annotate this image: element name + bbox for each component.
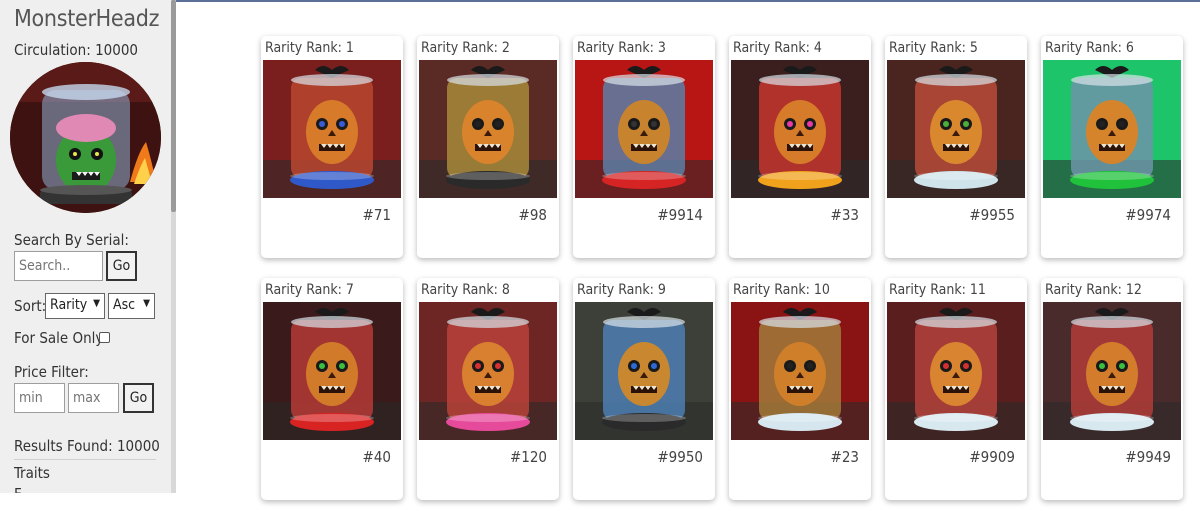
serial-number: #33 xyxy=(830,206,859,224)
nft-card[interactable]: Rarity Rank: 7 #40 xyxy=(261,278,403,500)
nft-card[interactable]: Rarity Rank: 8 #120 xyxy=(417,278,559,500)
results-count: Results Found: 10000 xyxy=(14,437,160,455)
top-border xyxy=(176,0,1200,2)
chevron-down-icon: ▼ xyxy=(143,298,150,309)
monster-head-image[interactable] xyxy=(419,302,557,440)
sidebar: MonsterHeadz Circulation: 10000 Search B… xyxy=(0,0,171,493)
serial-number: #9909 xyxy=(969,448,1015,466)
rarity-rank: Rarity Rank: 3 xyxy=(577,40,666,56)
serial-number: #120 xyxy=(509,448,547,466)
monster-avatar-image xyxy=(10,62,161,213)
price-max-input[interactable] xyxy=(68,383,119,413)
nft-card[interactable]: Rarity Rank: 3 #9914 xyxy=(573,36,715,258)
serial-number: #9955 xyxy=(969,206,1015,224)
monster-head-image[interactable] xyxy=(1043,60,1181,198)
for-sale-checkbox[interactable] xyxy=(99,332,110,343)
price-min-input[interactable] xyxy=(14,383,65,413)
sidebar-scrollbar-thumb[interactable] xyxy=(171,0,176,212)
nft-card[interactable]: Rarity Rank: 5 #9955 xyxy=(885,36,1027,258)
rarity-rank: Rarity Rank: 12 xyxy=(1045,282,1142,298)
search-label: Search By Serial: xyxy=(14,231,129,249)
chevron-down-icon: ▼ xyxy=(93,298,100,309)
collection-avatar xyxy=(10,62,161,213)
nft-card[interactable]: Rarity Rank: 12 #9949 xyxy=(1041,278,1183,500)
serial-number: #98 xyxy=(518,206,547,224)
rarity-rank: Rarity Rank: 5 xyxy=(889,40,978,56)
serial-number: #9949 xyxy=(1125,448,1171,466)
serial-number: #71 xyxy=(362,206,391,224)
monster-head-image[interactable] xyxy=(419,60,557,198)
sort-field-select[interactable]: Rarity ▼ xyxy=(45,293,105,319)
monster-head-image[interactable] xyxy=(731,302,869,440)
circulation-count: Circulation: 10000 xyxy=(14,41,138,59)
trait-item[interactable]: F xyxy=(14,485,22,493)
rarity-rank: Rarity Rank: 10 xyxy=(733,282,830,298)
serial-number: #9950 xyxy=(657,448,703,466)
nft-card[interactable]: Rarity Rank: 2 #98 xyxy=(417,36,559,258)
monster-head-image[interactable] xyxy=(887,60,1025,198)
rarity-rank: Rarity Rank: 1 xyxy=(265,40,354,56)
rarity-rank: Rarity Rank: 2 xyxy=(421,40,510,56)
sort-order-select[interactable]: Asc ▼ xyxy=(108,293,155,319)
monster-head-image[interactable] xyxy=(263,60,401,198)
sort-order-value: Asc xyxy=(113,297,136,313)
rarity-rank: Rarity Rank: 8 xyxy=(421,282,510,298)
rarity-rank: Rarity Rank: 9 xyxy=(577,282,666,298)
monster-head-image[interactable] xyxy=(887,302,1025,440)
monster-head-image[interactable] xyxy=(1043,302,1181,440)
serial-number: #23 xyxy=(830,448,859,466)
traits-toggle[interactable]: Traits xyxy=(14,464,50,482)
nft-card[interactable]: Rarity Rank: 1 #71 xyxy=(261,36,403,258)
search-go-button[interactable]: Go xyxy=(106,251,137,281)
sort-field-value: Rarity xyxy=(50,297,88,313)
rarity-rank: Rarity Rank: 7 xyxy=(265,282,354,298)
serial-number: #9974 xyxy=(1125,206,1171,224)
nft-card[interactable]: Rarity Rank: 10 #23 xyxy=(729,278,871,500)
monster-head-image[interactable] xyxy=(263,302,401,440)
serial-search-input[interactable] xyxy=(14,251,103,281)
monster-head-image[interactable] xyxy=(575,60,713,198)
sort-label: Sort: xyxy=(14,297,47,315)
serial-number: #40 xyxy=(362,448,391,466)
nft-card[interactable]: Rarity Rank: 9 #9950 xyxy=(573,278,715,500)
rarity-rank: Rarity Rank: 6 xyxy=(1045,40,1134,56)
rarity-rank: Rarity Rank: 11 xyxy=(889,282,986,298)
nft-card[interactable]: Rarity Rank: 6 #9974 xyxy=(1041,36,1183,258)
price-go-button[interactable]: Go xyxy=(123,383,154,413)
brand-title[interactable]: MonsterHeadz xyxy=(14,6,159,32)
nft-card[interactable]: Rarity Rank: 4 #33 xyxy=(729,36,871,258)
divider xyxy=(14,459,156,460)
for-sale-label: For Sale Only: xyxy=(14,329,107,347)
nft-card[interactable]: Rarity Rank: 11 #9909 xyxy=(885,278,1027,500)
serial-number: #9914 xyxy=(657,206,703,224)
monster-head-image[interactable] xyxy=(731,60,869,198)
monster-head-image[interactable] xyxy=(575,302,713,440)
price-filter-label: Price Filter: xyxy=(14,363,89,381)
rarity-rank: Rarity Rank: 4 xyxy=(733,40,822,56)
